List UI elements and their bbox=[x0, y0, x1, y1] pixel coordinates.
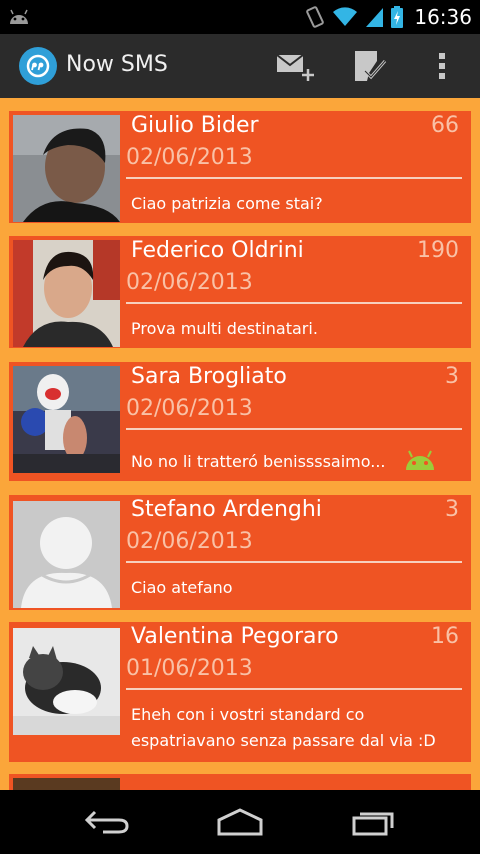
message-count: 3 bbox=[445, 497, 459, 522]
conversation-list[interactable]: Giulio Bider 66 02/06/2013 Ciao patrizia… bbox=[0, 98, 480, 790]
contact-name: Federico Oldrini bbox=[131, 238, 304, 263]
status-bar: 16:36 bbox=[0, 0, 480, 34]
overflow-menu-button[interactable] bbox=[418, 46, 466, 86]
message-count: 3 bbox=[445, 364, 459, 389]
contact-avatar bbox=[13, 628, 120, 735]
navigation-bar bbox=[0, 790, 480, 854]
home-icon bbox=[217, 808, 263, 836]
divider bbox=[126, 177, 462, 179]
divider bbox=[126, 302, 462, 304]
conversation-item-partial[interactable] bbox=[9, 774, 471, 790]
quote-bubble-icon bbox=[26, 54, 50, 78]
action-bar: Now SMS bbox=[0, 34, 480, 98]
android-emoji-icon bbox=[406, 450, 434, 470]
conversation-date: 02/06/2013 bbox=[126, 145, 253, 170]
message-preview: Eheh con i vostri standard co espatriava… bbox=[131, 705, 436, 750]
contact-name: Sara Brogliato bbox=[131, 364, 287, 389]
contact-avatar bbox=[13, 240, 120, 347]
message-preview: Ciao atefano bbox=[131, 578, 233, 597]
android-notification-icon bbox=[10, 9, 28, 24]
divider bbox=[126, 561, 462, 563]
new-message-button[interactable] bbox=[271, 46, 319, 86]
message-preview: No no li tratteró benissssaimo... bbox=[131, 452, 386, 471]
divider bbox=[126, 688, 462, 690]
contact-avatar bbox=[13, 778, 120, 790]
conversation-item[interactable]: Valentina Pegoraro 16 01/06/2013 Eheh co… bbox=[9, 622, 471, 762]
contact-name: Giulio Bider bbox=[131, 113, 259, 138]
back-icon bbox=[84, 810, 129, 834]
battery-icon bbox=[391, 6, 404, 28]
conversation-date: 02/06/2013 bbox=[126, 529, 253, 554]
conversation-item[interactable]: Stefano Ardenghi 3 02/06/2013 Ciao atefa… bbox=[9, 495, 471, 610]
conversation-date: 02/06/2013 bbox=[126, 270, 253, 295]
message-count: 16 bbox=[431, 624, 459, 649]
conversation-item[interactable]: Giulio Bider 66 02/06/2013 Ciao patrizia… bbox=[9, 111, 471, 223]
contact-avatar bbox=[13, 501, 120, 608]
contact-avatar bbox=[13, 115, 120, 222]
app-title: Now SMS bbox=[66, 52, 168, 77]
mark-read-icon bbox=[355, 51, 387, 81]
app-logo[interactable] bbox=[19, 47, 57, 85]
divider bbox=[126, 428, 462, 430]
clock: 16:36 bbox=[414, 5, 472, 29]
message-preview: Ciao patrizia come stai? bbox=[131, 194, 323, 213]
contact-name: Stefano Ardenghi bbox=[131, 497, 322, 522]
wifi-icon bbox=[333, 7, 358, 27]
contact-name: Valentina Pegoraro bbox=[131, 624, 339, 649]
message-count: 190 bbox=[417, 238, 459, 263]
conversation-item[interactable]: Federico Oldrini 190 02/06/2013 Prova mu… bbox=[9, 236, 471, 348]
new-message-icon bbox=[276, 54, 314, 81]
recent-apps-button[interactable] bbox=[344, 802, 404, 842]
message-count: 66 bbox=[431, 113, 459, 138]
recent-apps-icon bbox=[352, 812, 394, 836]
mark-all-read-button[interactable] bbox=[345, 46, 393, 86]
back-button[interactable] bbox=[77, 802, 137, 842]
conversation-date: 01/06/2013 bbox=[126, 656, 253, 681]
home-button[interactable] bbox=[210, 802, 270, 842]
more-vertical-icon bbox=[439, 53, 445, 79]
conversation-date: 02/06/2013 bbox=[126, 396, 253, 421]
conversation-item[interactable]: Sara Brogliato 3 02/06/2013 No no li tra… bbox=[9, 362, 471, 481]
contact-avatar bbox=[13, 366, 120, 473]
vibrate-icon bbox=[306, 6, 325, 28]
signal-icon bbox=[366, 8, 384, 27]
message-preview: Prova multi destinatari. bbox=[131, 319, 318, 338]
